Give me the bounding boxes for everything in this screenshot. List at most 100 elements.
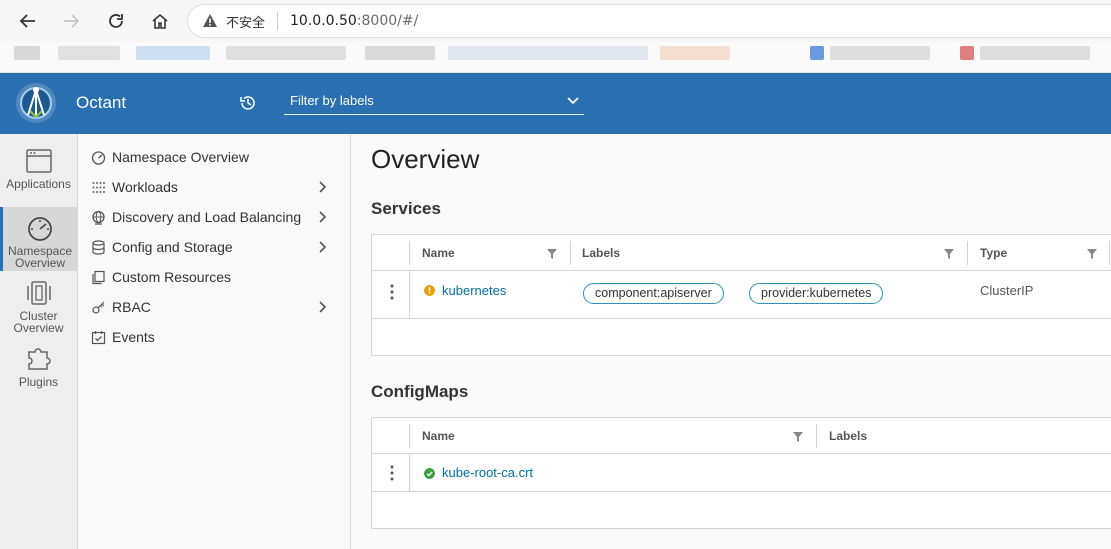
rail-item-label: Plugins [18,375,59,389]
filter-icon[interactable] [547,249,557,259]
copy-icon [90,269,106,285]
column-header-type[interactable]: Type [980,235,1007,271]
filter-icon[interactable] [1087,249,1097,259]
column-separator [816,424,817,448]
page-title: Overview [371,144,480,174]
rail-item-namespace-overview[interactable]: Namespace Overview [0,207,77,271]
bookmark-item[interactable] [136,46,210,60]
forward-button[interactable] [51,0,91,42]
cluster-icon [26,281,51,305]
column-separator [1109,241,1110,265]
table-header: Name Labels [372,418,1111,454]
nav-item-label: RBAC [112,299,151,315]
address-separator [277,12,279,30]
bookmark-item[interactable] [226,46,346,60]
configmaps-table: Name Labels kube-root-ca.crt [371,417,1111,529]
column-separator [409,424,410,448]
rail-item-label: Applications [6,177,71,191]
nav-item-events[interactable]: Events [90,325,340,349]
url-path: :8000/#/ [356,13,419,29]
filter-icon[interactable] [944,249,954,259]
history-icon[interactable] [239,94,257,112]
nav-item-config-storage[interactable]: Config and Storage [90,235,340,259]
back-button[interactable] [8,0,48,42]
warning-triangle-icon [203,14,217,27]
label-chip[interactable]: provider:kubernetes [749,283,884,304]
label-chip[interactable]: component:apiserver [583,283,724,304]
more-vertical-icon[interactable] [386,464,398,482]
column-separator [409,241,410,265]
nav-item-rbac[interactable]: RBAC [90,295,340,319]
bookmark-item[interactable] [14,46,40,60]
bookmark-item[interactable] [980,46,1090,60]
nav-item-label: Custom Resources [112,269,232,285]
app-title[interactable]: Octant [76,93,126,113]
column-separator [570,241,571,265]
row-separator [409,454,410,492]
home-button[interactable] [140,0,180,42]
nav-item-label: Events [112,329,155,345]
rail-item-label: Cluster Overview [13,309,64,335]
label-filter-select[interactable]: Filter by labels [284,90,584,115]
arrow-right-icon [64,14,80,28]
network-globe-icon [90,209,106,225]
rail-item-plugins[interactable]: Plugins [0,344,77,400]
grid-dots-icon [90,179,106,195]
bookmark-item[interactable] [448,46,648,60]
rail-item-applications[interactable]: Applications [0,148,77,204]
window-icon [25,149,52,173]
chevron-down-icon [567,97,579,105]
nav-rail: Applications Namespace Overview Cluster … [0,134,78,549]
column-header-labels[interactable]: Labels [829,418,867,454]
nav-panel: Namespace Overview Workloads Discovery a… [78,134,351,549]
column-separator [967,241,968,265]
url-host: 10.0.0.50 [290,13,357,29]
table-footer [372,319,1111,355]
nav-item-discovery-load-balancing[interactable]: Discovery and Load Balancing [90,205,340,229]
bookmarks-bar [0,42,1111,73]
bookmark-item[interactable] [365,46,435,60]
reload-icon [109,14,123,28]
bookmark-item[interactable] [960,46,974,60]
bookmark-item[interactable] [810,46,824,60]
configmap-name-link[interactable]: kube-root-ca.crt [442,465,533,480]
bookmark-item[interactable] [58,46,120,60]
more-vertical-icon[interactable] [386,283,398,301]
nav-item-label: Config and Storage [112,239,233,255]
nav-item-custom-resources[interactable]: Custom Resources [90,265,340,289]
service-name-link[interactable]: kubernetes [442,283,506,298]
table-row: kube-root-ca.crt [372,454,1111,492]
shield-key-icon [90,299,106,315]
row-separator [409,271,410,319]
bookmark-item[interactable] [660,46,730,60]
reload-button[interactable] [96,0,136,42]
column-header-labels[interactable]: Labels [582,235,620,271]
services-section-title: Services [371,199,441,218]
nav-item-namespace-overview[interactable]: Namespace Overview [90,145,340,169]
database-icon [90,239,106,255]
address-bar[interactable]: 不安全 10.0.0.50:8000/#/ [187,4,1111,38]
service-type: ClusterIP [980,283,1034,298]
bookmark-item[interactable] [830,46,930,60]
plugin-puzzle-icon [27,348,51,370]
browser-toolbar: 不安全 10.0.0.50:8000/#/ [0,0,1111,42]
warning-status-icon [424,285,435,296]
configmaps-section-title: ConfigMaps [371,382,469,401]
octant-logo-icon [16,83,56,123]
arrow-left-icon [19,14,35,28]
nav-item-label: Namespace Overview [112,149,249,165]
filter-icon[interactable] [793,432,803,442]
gauge-icon [90,149,106,165]
services-table: Name Labels Type kubernetes component:ap… [371,234,1111,356]
column-header-name[interactable]: Name [422,418,455,454]
chevron-right-icon [319,241,327,253]
rail-item-label: Namespace Overview [7,244,73,270]
rail-item-cluster-overview[interactable]: Cluster Overview [0,280,77,336]
chevron-right-icon [319,211,327,223]
nav-item-label: Workloads [112,179,178,195]
chevron-right-icon [319,301,327,313]
nav-item-workloads[interactable]: Workloads [90,175,340,199]
column-header-name[interactable]: Name [422,235,455,271]
main-content: Overview Services Name Labels Type kuber… [351,134,1111,549]
app-header: Octant Filter by labels [0,73,1111,134]
